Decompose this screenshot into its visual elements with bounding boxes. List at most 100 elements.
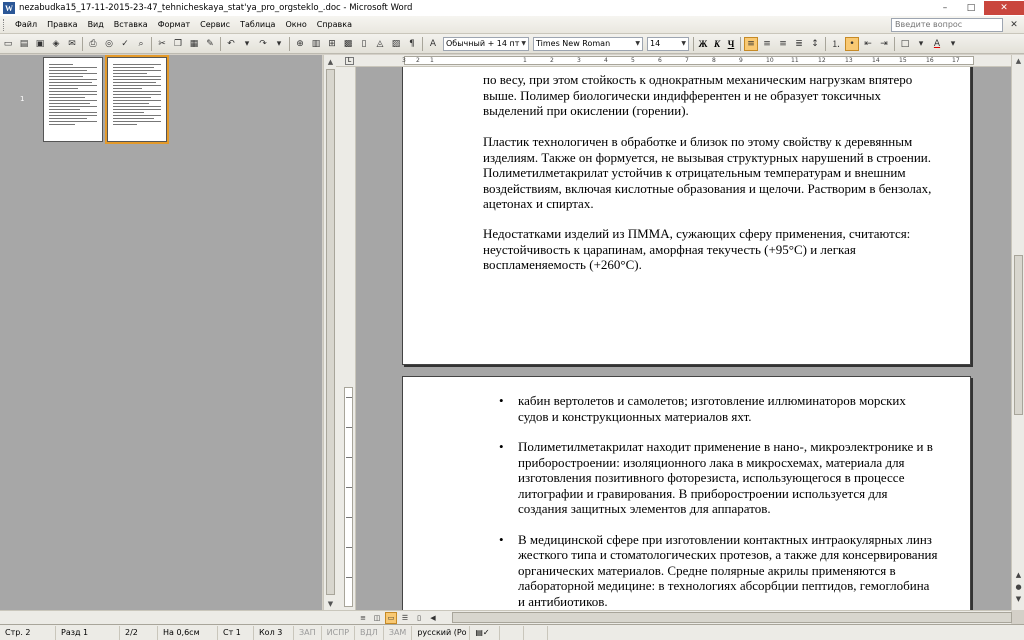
redo-dropdown-icon[interactable]: ▾ (272, 37, 286, 51)
menu-table[interactable]: Таблица (235, 20, 280, 29)
paste-icon[interactable]: ▦ (187, 37, 201, 51)
document-close-icon[interactable]: ✕ (1007, 18, 1021, 32)
ruler-tick: 6 (658, 57, 662, 64)
print-icon[interactable]: ⎙ (86, 37, 100, 51)
numbering-icon[interactable]: ⒈ (829, 37, 843, 51)
thumbnails-scrollbar[interactable]: ▲ ▼ (323, 55, 336, 610)
maximize-button[interactable]: □ (958, 1, 984, 15)
next-page-icon[interactable]: ▼ (1013, 594, 1024, 604)
document-page-2[interactable]: • кабин вертолетов и самолетов; изготовл… (402, 376, 971, 610)
borders-icon[interactable]: □ (898, 37, 912, 51)
reading-layout-icon[interactable]: ▯ (413, 612, 425, 624)
menu-help[interactable]: Справка (312, 20, 357, 29)
menu-window[interactable]: Окно (280, 20, 311, 29)
status-overtype[interactable]: ЗАМ (384, 625, 413, 640)
columns-icon[interactable]: ▯ (357, 37, 371, 51)
menu-format[interactable]: Формат (153, 20, 195, 29)
normal-view-icon[interactable]: ≡ (357, 612, 369, 624)
email-icon[interactable]: ✉ (65, 37, 79, 51)
align-right-icon[interactable]: ≡ (776, 37, 790, 51)
document-area[interactable]: по весу, при этом стойкость к однократны… (356, 67, 1011, 610)
chevron-down-icon[interactable]: ▼ (521, 40, 526, 47)
hyperlink-icon[interactable]: ⊕ (293, 37, 307, 51)
bold-button[interactable]: Ж (696, 39, 710, 49)
close-button[interactable]: ✕ (984, 1, 1024, 15)
toolbar: ▭ ▤ ▣ ◈ ✉ ⎙ ◎ ✓ ⌕ ✂ ❐ ▦ ✎ ↶ ▾ ↷ ▾ ⊕ ▥ ⊞ … (0, 34, 1024, 54)
scroll-left-icon[interactable]: ◀ (427, 612, 439, 624)
previous-page-icon[interactable]: ▲ (1013, 570, 1024, 580)
spelling-icon[interactable]: ✓ (118, 37, 132, 51)
copy-icon[interactable]: ❐ (171, 37, 185, 51)
line-spacing-icon[interactable]: ↕ (808, 37, 822, 51)
document-vertical-scrollbar[interactable]: ▲ ▲ ● ▼ (1011, 55, 1024, 610)
horizontal-scrollbar[interactable]: ≡ ◫ ▭ ☰ ▯ ◀ ▶ (356, 610, 1012, 624)
save-icon[interactable]: ▣ (33, 37, 47, 51)
show-formatting-icon[interactable]: ¶ (405, 37, 419, 51)
underline-button[interactable]: Ч (724, 39, 738, 49)
horizontal-ruler[interactable]: 3 2 1 1 2 3 4 5 6 7 8 9 10 11 12 13 14 1… (336, 55, 1011, 67)
redo-icon[interactable]: ↷ (256, 37, 270, 51)
menu-insert[interactable]: Вставка (109, 20, 153, 29)
page-thumbnail-1[interactable] (43, 57, 103, 142)
cut-icon[interactable]: ✂ (155, 37, 169, 51)
help-search-input[interactable] (891, 17, 1003, 32)
spelling-status-icon[interactable]: ▤✓ (470, 625, 501, 640)
status-track-changes[interactable]: ИСПР (322, 625, 356, 640)
chevron-down-icon[interactable]: ▼ (681, 40, 686, 47)
font-color-dropdown-icon[interactable]: ▾ (946, 37, 960, 51)
font-size-combo[interactable]: 14 ▼ (647, 36, 689, 51)
insert-table-icon[interactable]: ⊞ (325, 37, 339, 51)
undo-dropdown-icon[interactable]: ▾ (240, 37, 254, 51)
insert-excel-icon[interactable]: ▩ (341, 37, 355, 51)
scrollbar-thumb[interactable] (1014, 255, 1023, 415)
bullets-icon[interactable]: • (845, 36, 859, 51)
drawing-icon[interactable]: ◬ (373, 37, 387, 51)
style-combo[interactable]: Обычный + 14 пт ▼ (443, 36, 529, 51)
align-center-icon[interactable]: ≡ (760, 37, 774, 51)
minimize-button[interactable]: – (932, 1, 958, 15)
scroll-up-icon[interactable]: ▲ (1012, 55, 1024, 67)
font-combo[interactable]: Times New Roman ▼ (533, 36, 643, 51)
chevron-down-icon[interactable]: ▼ (635, 40, 640, 47)
tab-selector-icon[interactable]: L (345, 57, 354, 65)
print-preview-icon[interactable]: ◎ (102, 37, 116, 51)
increase-indent-icon[interactable]: ⇥ (877, 37, 891, 51)
page-thumbnail-2[interactable] (105, 55, 169, 144)
web-layout-icon[interactable]: ◫ (371, 612, 383, 624)
style-combo-value: Обычный + 14 пт (446, 39, 520, 48)
justify-icon[interactable]: ≣ (792, 37, 806, 51)
status-extend-selection[interactable]: ВДЛ (355, 625, 384, 640)
menu-view[interactable]: Вид (83, 20, 109, 29)
word-app-icon[interactable]: W (3, 2, 15, 14)
align-left-icon[interactable]: ≡ (744, 36, 758, 51)
print-layout-icon[interactable]: ▭ (385, 611, 397, 624)
permission-icon[interactable]: ◈ (49, 37, 63, 51)
styles-formatting-icon[interactable]: A (426, 37, 440, 51)
outline-view-icon[interactable]: ☰ (399, 612, 411, 624)
menu-tools[interactable]: Сервис (195, 20, 235, 29)
horizontal-scroll-track[interactable] (442, 612, 1012, 623)
undo-icon[interactable]: ↶ (224, 37, 238, 51)
menu-grip[interactable] (3, 18, 6, 31)
scrollbar-thumb[interactable] (452, 612, 1012, 623)
new-document-icon[interactable]: ▭ (1, 37, 15, 51)
document-page-1[interactable]: по весу, при этом стойкость к однократны… (402, 67, 971, 365)
italic-button[interactable]: К (710, 39, 724, 49)
status-language[interactable]: русский (Ро (412, 625, 471, 640)
font-color-icon[interactable]: A (930, 37, 944, 51)
tables-borders-icon[interactable]: ▥ (309, 37, 323, 51)
scrollbar-thumb[interactable] (326, 69, 335, 595)
browse-object-icon[interactable]: ● (1013, 582, 1024, 592)
document-map-icon[interactable]: ▨ (389, 37, 403, 51)
vertical-ruler[interactable] (336, 67, 356, 610)
menu-edit[interactable]: Правка (42, 20, 82, 29)
format-painter-icon[interactable]: ✎ (203, 37, 217, 51)
list-item-text: В медицинской сфере при изготовлении кон… (518, 531, 938, 609)
decrease-indent-icon[interactable]: ⇤ (861, 37, 875, 51)
paragraph: по весу, при этом стойкость к однократны… (483, 72, 913, 118)
open-folder-icon[interactable]: ▤ (17, 37, 31, 51)
menu-file[interactable]: Файл (10, 20, 42, 29)
status-record-macro[interactable]: ЗАП (294, 625, 322, 640)
research-icon[interactable]: ⌕ (134, 37, 148, 51)
borders-dropdown-icon[interactable]: ▾ (914, 37, 928, 51)
